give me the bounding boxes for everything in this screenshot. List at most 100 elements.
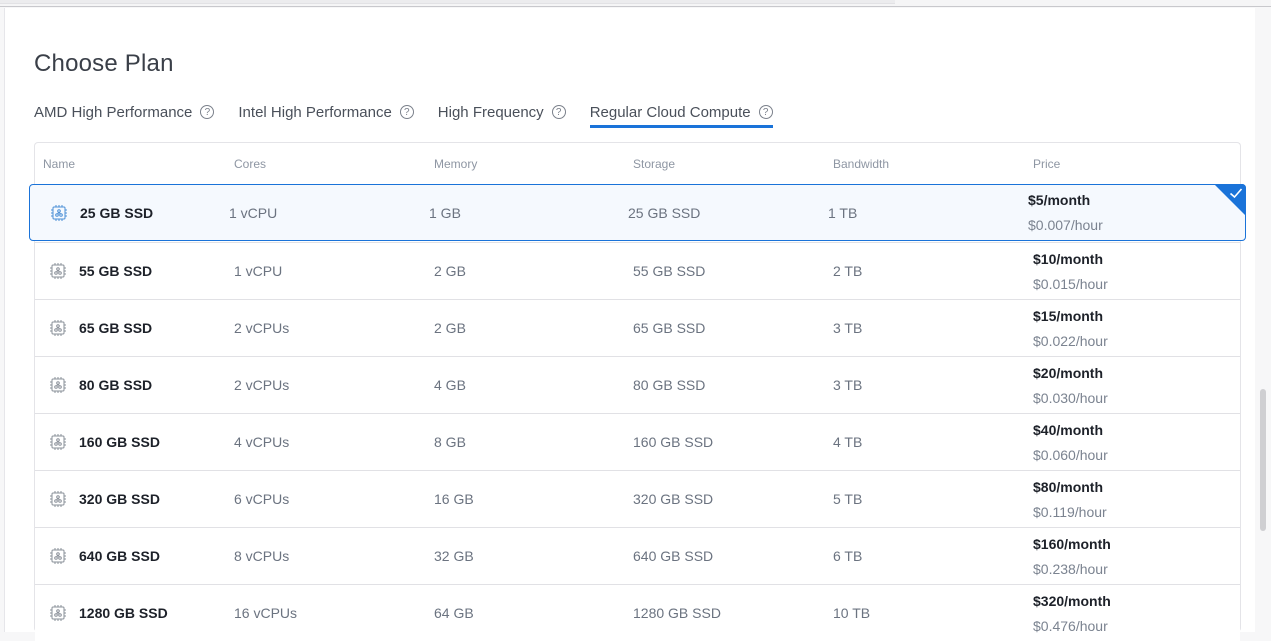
plan-name: 25 GB SSD xyxy=(80,204,154,221)
page-scrollbar[interactable] xyxy=(1257,8,1271,632)
table-header: Name Cores Memory Storage Bandwidth Pric… xyxy=(35,143,1240,185)
checkmark-icon xyxy=(1229,188,1243,199)
plan-row[interactable]: 55 GB SSD 1 vCPU 2 GB 55 GB SSD 2 TB $10… xyxy=(35,242,1240,299)
cpu-chip-icon xyxy=(51,204,67,221)
cpu-chip-icon xyxy=(50,320,66,336)
plan-row[interactable]: 160 GB SSD 4 vCPUs 8 GB 160 GB SSD 4 TB … xyxy=(35,413,1240,470)
plan-cores: 4 vCPUs xyxy=(234,434,290,450)
plan-price-hour: $0.476/hour xyxy=(1033,617,1108,634)
header-storage: Storage xyxy=(633,157,676,171)
plan-row[interactable]: 25 GB SSD 1 vCPU 1 GB 25 GB SSD 1 TB $5/… xyxy=(29,184,1246,241)
plan-memory: 16 GB xyxy=(434,491,474,507)
tab-amd-high-performance[interactable]: AMD High Performance ? xyxy=(34,100,215,124)
plan-price-month: $320/month xyxy=(1033,592,1111,609)
cpu-chip-icon xyxy=(50,491,66,507)
plan-row[interactable]: 1280 GB SSD 16 vCPUs 64 GB 1280 GB SSD 1… xyxy=(35,584,1240,641)
plan-price-hour: $0.119/hour xyxy=(1033,503,1107,520)
plan-cores: 1 vCPU xyxy=(234,263,283,279)
plan-bandwidth: 1 TB xyxy=(828,204,858,221)
plan-price-hour: $0.238/hour xyxy=(1033,560,1108,577)
plan-type-tabs: AMD High Performance ? Intel High Perfor… xyxy=(34,100,797,128)
plan-storage: 320 GB SSD xyxy=(633,491,714,507)
plan-storage: 80 GB SSD xyxy=(633,377,706,393)
plan-cores: 1 vCPU xyxy=(229,204,278,221)
plan-row[interactable]: 80 GB SSD 2 vCPUs 4 GB 80 GB SSD 3 TB $2… xyxy=(35,356,1240,413)
plan-price-hour: $0.007/hour xyxy=(1028,217,1103,233)
plan-storage: 160 GB SSD xyxy=(633,434,714,450)
tab-label: AMD High Performance xyxy=(34,103,193,121)
scrollbar-thumb[interactable] xyxy=(1260,389,1266,531)
plan-memory: 8 GB xyxy=(434,434,466,450)
plan-memory: 64 GB xyxy=(434,605,474,621)
plan-price-month: $20/month xyxy=(1033,364,1104,381)
browser-top-strip xyxy=(0,0,1271,7)
plan-bandwidth: 4 TB xyxy=(833,434,863,450)
plan-storage: 640 GB SSD xyxy=(633,548,714,564)
help-icon[interactable]: ? xyxy=(200,105,215,119)
plan-memory: 2 GB xyxy=(434,263,466,279)
plan-price-hour: $0.060/hour xyxy=(1033,446,1108,463)
cpu-chip-icon xyxy=(50,434,66,450)
header-memory: Memory xyxy=(434,157,478,171)
cpu-chip-icon xyxy=(50,377,66,393)
header-bandwidth: Bandwidth xyxy=(833,157,890,171)
tab-regular-cloud-compute[interactable]: Regular Cloud Compute ? xyxy=(589,100,773,128)
plan-name: 160 GB SSD xyxy=(79,434,160,450)
top-tab-shadow xyxy=(0,0,895,4)
plan-bandwidth: 10 TB xyxy=(833,605,871,621)
plan-name: 65 GB SSD xyxy=(79,320,153,336)
plan-memory: 32 GB xyxy=(434,548,474,564)
plan-name: 320 GB SSD xyxy=(79,491,160,507)
plan-bandwidth: 6 TB xyxy=(833,548,863,564)
help-icon[interactable]: ? xyxy=(551,105,566,119)
plan-cores: 6 vCPUs xyxy=(234,491,290,507)
plan-price-month: $5/month xyxy=(1028,192,1091,208)
help-icon[interactable]: ? xyxy=(758,105,773,119)
plan-bandwidth: 3 TB xyxy=(833,377,863,393)
plan-name: 80 GB SSD xyxy=(79,377,153,393)
header-cores: Cores xyxy=(234,157,267,171)
cpu-chip-icon xyxy=(50,605,66,621)
plan-cores: 2 vCPUs xyxy=(234,377,290,393)
tab-intel-high-performance[interactable]: Intel High Performance ? xyxy=(238,100,414,124)
plan-row[interactable]: 65 GB SSD 2 vCPUs 2 GB 65 GB SSD 3 TB $1… xyxy=(35,299,1240,356)
plan-price-month: $80/month xyxy=(1033,478,1104,495)
plan-name: 640 GB SSD xyxy=(79,548,160,564)
help-icon[interactable]: ? xyxy=(399,105,414,119)
plan-name: 1280 GB SSD xyxy=(79,605,168,621)
choose-plan-panel: Choose Plan AMD High Performance ? Intel… xyxy=(5,8,1255,641)
plan-bandwidth: 3 TB xyxy=(833,320,863,336)
plan-price-month: $15/month xyxy=(1033,307,1104,324)
tab-label: Regular Cloud Compute xyxy=(589,103,751,121)
plan-storage: 65 GB SSD xyxy=(633,320,706,336)
plan-memory: 1 GB xyxy=(429,204,461,221)
cpu-chip-icon xyxy=(50,548,66,564)
plans-table: Name Cores Memory Storage Bandwidth Pric… xyxy=(29,142,1246,641)
cpu-chip-icon xyxy=(50,263,66,279)
plan-price-hour: $0.030/hour xyxy=(1033,389,1108,406)
plan-storage: 1280 GB SSD xyxy=(633,605,721,621)
page-title: Choose Plan xyxy=(34,50,174,77)
tab-label: Intel High Performance xyxy=(238,103,392,121)
plan-price-hour: $0.022/hour xyxy=(1033,332,1108,349)
plan-price-month: $160/month xyxy=(1033,535,1111,552)
plan-price-month: $40/month xyxy=(1033,421,1104,438)
plan-memory: 4 GB xyxy=(434,377,466,393)
plan-bandwidth: 2 TB xyxy=(833,263,863,279)
tab-high-frequency[interactable]: High Frequency ? xyxy=(438,100,566,124)
plan-memory: 2 GB xyxy=(434,320,466,336)
plan-price-month: $10/month xyxy=(1033,250,1104,267)
plan-storage: 55 GB SSD xyxy=(633,263,706,279)
plan-bandwidth: 5 TB xyxy=(833,491,863,507)
selected-check-badge xyxy=(1214,184,1246,216)
plan-price-hour: $0.015/hour xyxy=(1033,275,1108,292)
plan-row[interactable]: 640 GB SSD 8 vCPUs 32 GB 640 GB SSD 6 TB… xyxy=(35,527,1240,584)
plan-cores: 16 vCPUs xyxy=(234,605,298,621)
header-name: Name xyxy=(43,157,76,171)
tab-label: High Frequency xyxy=(437,103,544,121)
plan-cores: 8 vCPUs xyxy=(234,548,290,564)
header-price: Price xyxy=(1033,157,1061,171)
plan-storage: 25 GB SSD xyxy=(628,204,701,221)
plan-name: 55 GB SSD xyxy=(79,263,153,279)
plan-row[interactable]: 320 GB SSD 6 vCPUs 16 GB 320 GB SSD 5 TB… xyxy=(35,470,1240,527)
